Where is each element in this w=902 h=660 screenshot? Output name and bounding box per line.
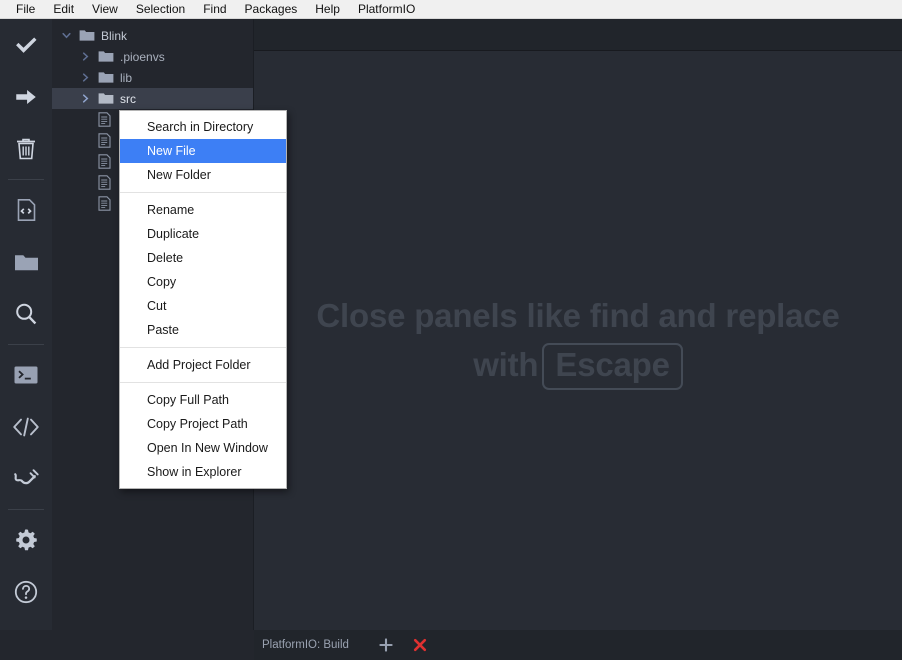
- context-menu-separator-2: [120, 347, 286, 348]
- menu-selection[interactable]: Selection: [127, 0, 194, 18]
- tree-item-label: src: [120, 91, 136, 106]
- editor-pane: Close panels like find and replace with E…: [254, 19, 902, 630]
- context-menu-item-paste[interactable]: Paste: [120, 318, 286, 342]
- context-menu-item-add-project-folder[interactable]: Add Project Folder: [120, 353, 286, 377]
- menu-packages[interactable]: Packages: [236, 0, 307, 18]
- search-icon[interactable]: [0, 288, 52, 340]
- terminal-icon[interactable]: [0, 349, 52, 401]
- status-bar: PlatformIO: Build: [254, 630, 902, 660]
- build-check-icon[interactable]: [0, 19, 52, 71]
- tree-item-src[interactable]: src: [52, 88, 253, 109]
- tree-context-menu[interactable]: Search in Directory New File New Folder …: [119, 110, 287, 489]
- hint-line-1: Close panels like find and replace: [316, 296, 840, 334]
- context-menu-item-copy-project-path[interactable]: Copy Project Path: [120, 412, 286, 436]
- context-menu-item-duplicate[interactable]: Duplicate: [120, 222, 286, 246]
- hint-line-2-prefix: with: [473, 346, 539, 384]
- chevron-down-icon[interactable]: [60, 29, 73, 42]
- tab-bar: [254, 19, 902, 51]
- clean-trash-icon[interactable]: [0, 123, 52, 175]
- context-menu-item-new-folder[interactable]: New Folder: [120, 163, 286, 187]
- welcome-hint-area: Close panels like find and replace with E…: [254, 51, 902, 630]
- chevron-right-icon[interactable]: [79, 71, 92, 84]
- folder-icon: [79, 29, 95, 43]
- dock-separator-3: [8, 509, 44, 510]
- context-menu-separator-1: [120, 192, 286, 193]
- folder-icon[interactable]: [0, 236, 52, 288]
- file-icon: [98, 196, 114, 211]
- dock-separator-2: [8, 344, 44, 345]
- folder-icon: [98, 92, 114, 106]
- file-icon: [98, 133, 114, 148]
- tree-item-lib[interactable]: lib: [52, 67, 253, 88]
- help-question-icon[interactable]: [0, 566, 52, 618]
- left-toolbar-dock: [0, 19, 52, 660]
- menu-help[interactable]: Help: [306, 0, 349, 18]
- context-menu-item-search-in-directory[interactable]: Search in Directory: [120, 115, 286, 139]
- context-menu-item-copy-full-path[interactable]: Copy Full Path: [120, 388, 286, 412]
- upload-arrow-icon[interactable]: [0, 71, 52, 123]
- close-x-icon[interactable]: [413, 638, 427, 652]
- folder-icon: [98, 71, 114, 85]
- chevron-right-icon[interactable]: [79, 50, 92, 63]
- tree-item-label: Blink: [101, 28, 128, 43]
- context-menu-item-delete[interactable]: Delete: [120, 246, 286, 270]
- serial-plug-icon[interactable]: [0, 453, 52, 505]
- menu-view[interactable]: View: [83, 0, 127, 18]
- file-icon: [98, 154, 114, 169]
- tree-item-blink[interactable]: Blink: [52, 25, 253, 46]
- file-icon: [98, 112, 114, 127]
- context-menu-item-copy[interactable]: Copy: [120, 270, 286, 294]
- tree-item-label: lib: [120, 70, 133, 85]
- context-menu-separator-3: [120, 382, 286, 383]
- folder-icon: [98, 50, 114, 64]
- plus-icon[interactable]: [379, 638, 393, 652]
- menu-platformio[interactable]: PlatformIO: [349, 0, 424, 18]
- menu-find[interactable]: Find: [194, 0, 235, 18]
- menu-bar: File Edit View Selection Find Packages H…: [0, 0, 902, 19]
- chevron-right-icon[interactable]: [79, 92, 92, 105]
- tree-item-label: .pioenvs: [120, 49, 165, 64]
- dock-separator-1: [8, 179, 44, 180]
- context-menu-item-cut[interactable]: Cut: [120, 294, 286, 318]
- context-menu-item-new-file[interactable]: New File: [120, 139, 286, 163]
- menu-edit[interactable]: Edit: [44, 0, 83, 18]
- atom-editor-window: File Edit View Selection Find Packages H…: [0, 0, 902, 660]
- status-task-label: PlatformIO: Build: [262, 639, 349, 651]
- code-tags-icon[interactable]: [0, 401, 52, 453]
- status-tree-filler: [0, 630, 254, 660]
- context-menu-item-rename[interactable]: Rename: [120, 198, 286, 222]
- context-menu-item-show-in-explorer[interactable]: Show in Explorer: [120, 460, 286, 484]
- new-file-icon[interactable]: [0, 184, 52, 236]
- escape-keycap: Escape: [542, 343, 683, 391]
- settings-gear-icon[interactable]: [0, 514, 52, 566]
- tree-item-pioenvs[interactable]: .pioenvs: [52, 46, 253, 67]
- menu-file[interactable]: File: [7, 0, 44, 18]
- keybinding-hint: Close panels like find and replace with E…: [316, 291, 840, 391]
- file-icon: [98, 175, 114, 190]
- context-menu-item-open-in-new-window[interactable]: Open In New Window: [120, 436, 286, 460]
